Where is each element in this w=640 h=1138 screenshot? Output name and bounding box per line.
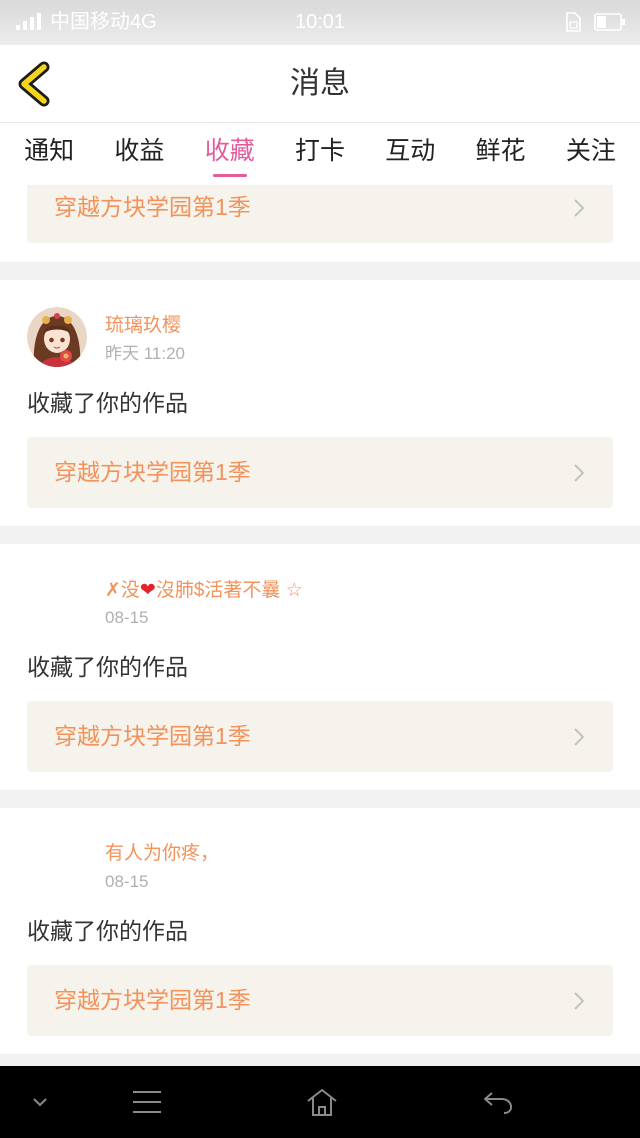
message-time: 08-15 [105, 872, 149, 891]
active-tab-indicator [212, 174, 247, 177]
tab-favorites[interactable]: 收藏 [185, 123, 275, 185]
message-text: 收藏了你的作品 [27, 390, 188, 416]
avatar[interactable] [27, 571, 87, 631]
message-text: 收藏了你的作品 [27, 654, 188, 680]
chevron-right-icon [574, 728, 585, 746]
chevron-left-icon[interactable] [14, 60, 54, 108]
page-title: 消息 [290, 67, 350, 100]
system-nav-bar [0, 1066, 640, 1138]
avatar-image [27, 307, 87, 367]
tab-flowers[interactable]: 鲜花 [455, 123, 545, 185]
back-arrow-icon[interactable] [482, 1090, 514, 1116]
tab-bar: 通知 收益 收藏 打卡 互动 鲜花 关注 [0, 123, 640, 185]
tab-checkin[interactable]: 打卡 [275, 123, 365, 185]
tab-label: 收益 [114, 137, 165, 165]
message-text: 收藏了你的作品 [27, 918, 188, 944]
work-title: 穿越方块学园第1季 [54, 987, 251, 1013]
message-card: ✗没❤沒肺$活著不曩 ☆ 08-15 收藏了你的作品 穿越方块学园第1季 [0, 544, 640, 790]
tab-label: 通知 [24, 137, 75, 165]
chevron-right-icon [574, 199, 585, 217]
user-name[interactable]: 有人为你疼， [105, 842, 219, 866]
battery-fill [597, 16, 606, 28]
avatar[interactable] [27, 307, 87, 367]
tab-label: 收藏 [204, 137, 255, 165]
tab-label: 关注 [565, 137, 616, 165]
signal-icon [16, 13, 41, 30]
message-time: 08-15 [105, 608, 149, 627]
user-name[interactable]: 琉璃玖樱 [105, 314, 181, 338]
heart-emoji: ❤ [139, 579, 156, 601]
avatar[interactable] [27, 835, 87, 895]
message-card: 穿越方块学园第1季 [0, 185, 640, 262]
work-link[interactable]: 穿越方块学园第1季 [27, 185, 613, 243]
message-time: 昨天 11:20 [105, 344, 186, 363]
menu-icon[interactable] [133, 1089, 161, 1115]
chevron-right-icon [574, 992, 585, 1010]
chevron-right-icon [574, 464, 585, 482]
work-title: 穿越方块学园第1季 [54, 723, 251, 749]
tab-notifications[interactable]: 通知 [4, 123, 94, 185]
message-card: 有人为你疼， 08-15 收藏了你的作品 穿越方块学园第1季 [0, 808, 640, 1054]
status-time: 10:01 [294, 11, 346, 33]
battery-icon [594, 13, 625, 31]
tab-label: 打卡 [294, 137, 345, 165]
work-link[interactable]: 穿越方块学园第1季 [27, 701, 613, 772]
work-title: 穿越方块学园第1季 [54, 459, 251, 485]
tab-label: 互动 [385, 137, 436, 165]
carrier-name: 中国移动4G [50, 11, 157, 33]
sim-card-icon [566, 12, 581, 32]
home-icon[interactable] [306, 1087, 338, 1117]
message-list[interactable]: 穿越方块学园第1季 琉璃玖樱 昨天 11:20 收藏了你的作品 穿越方块学园第1… [0, 185, 640, 1066]
status-bar: 中国移动4G 10:01 [0, 0, 640, 45]
chevron-down-icon[interactable] [32, 1097, 48, 1107]
header-bar: 消息 [0, 45, 640, 123]
work-link[interactable]: 穿越方块学园第1季 [27, 965, 613, 1036]
tab-earnings[interactable]: 收益 [94, 123, 184, 185]
tab-label: 鲜花 [475, 137, 526, 165]
work-link[interactable]: 穿越方块学园第1季 [27, 437, 613, 508]
user-name[interactable]: ✗没❤沒肺$活著不曩 ☆ [105, 578, 303, 603]
tab-interactions[interactable]: 互动 [365, 123, 455, 185]
message-card: 琉璃玖樱 昨天 11:20 收藏了你的作品 穿越方块学园第1季 [0, 280, 640, 526]
work-title: 穿越方块学园第1季 [54, 194, 251, 220]
tab-follows[interactable]: 关注 [546, 123, 636, 185]
